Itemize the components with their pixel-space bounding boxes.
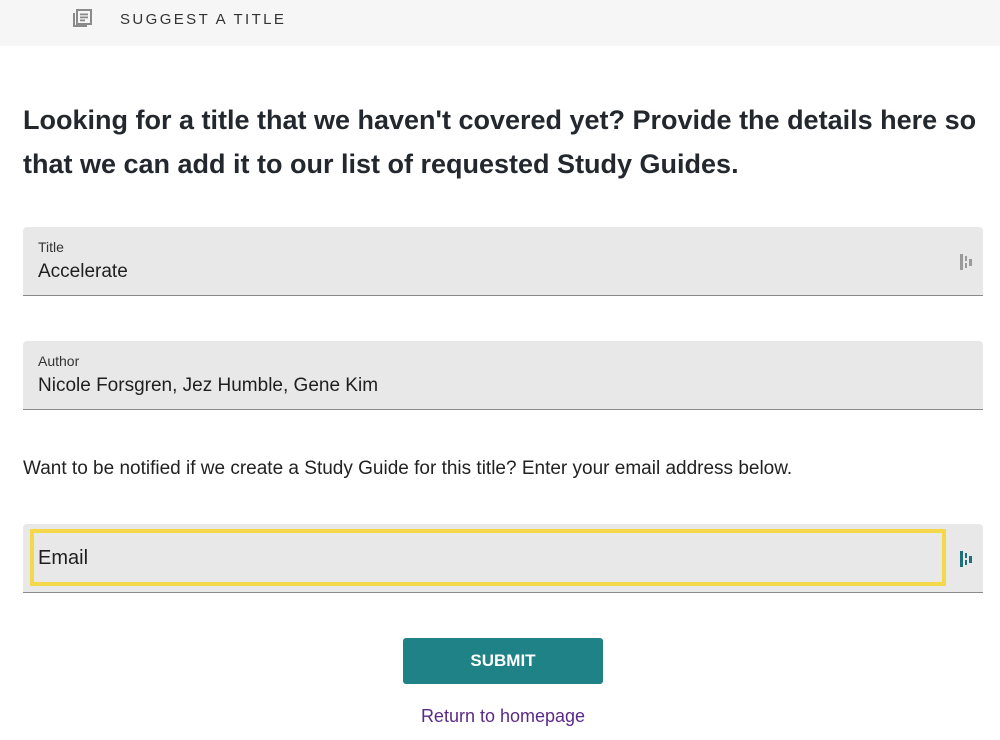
title-input[interactable] [38,261,938,283]
password-manager-icon[interactable] [959,550,975,568]
library-books-icon [71,8,93,30]
title-field[interactable]: Title [23,227,983,296]
email-field[interactable] [23,524,983,593]
submit-button[interactable]: SUBMIT [403,638,603,684]
title-field-label: Title [38,239,64,255]
page-section-title: SUGGEST A TITLE [120,11,287,28]
page-heading: Looking for a title that we haven't cove… [23,105,977,179]
author-field[interactable]: Author [23,341,983,410]
return-to-homepage-link[interactable]: Return to homepage [3,706,1000,727]
author-input[interactable] [38,375,938,397]
email-notice-text: Want to be notified if we create a Study… [23,458,793,479]
author-field-label: Author [38,353,80,369]
top-bar: SUGGEST A TITLE [0,0,1000,46]
password-manager-icon[interactable] [959,253,975,271]
email-input[interactable] [38,547,938,570]
